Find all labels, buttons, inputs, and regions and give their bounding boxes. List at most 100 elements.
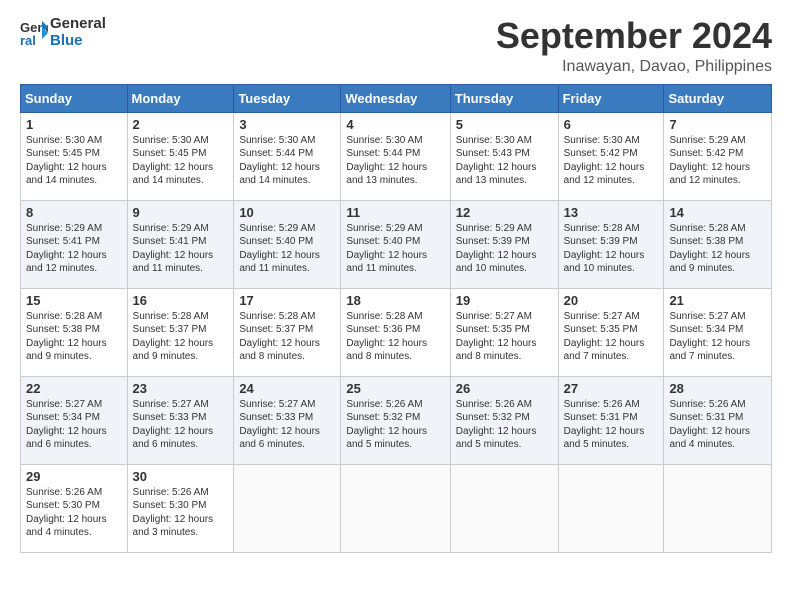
day-number: 18	[346, 293, 444, 308]
col-wednesday: Wednesday	[341, 84, 450, 112]
day-number: 8	[26, 205, 122, 220]
table-row: 14Sunrise: 5:28 AM Sunset: 5:38 PM Dayli…	[664, 200, 772, 288]
day-info: Sunrise: 5:29 AM Sunset: 5:40 PM Dayligh…	[346, 222, 444, 276]
day-info: Sunrise: 5:26 AM Sunset: 5:30 PM Dayligh…	[26, 486, 122, 540]
table-row: 22Sunrise: 5:27 AM Sunset: 5:34 PM Dayli…	[21, 376, 128, 464]
day-info: Sunrise: 5:28 AM Sunset: 5:38 PM Dayligh…	[669, 222, 766, 276]
day-number: 2	[133, 117, 229, 132]
day-number: 16	[133, 293, 229, 308]
logo: Gene ral General Blue	[20, 16, 106, 49]
table-row: 1Sunrise: 5:30 AM Sunset: 5:45 PM Daylig…	[21, 112, 128, 200]
day-info: Sunrise: 5:26 AM Sunset: 5:31 PM Dayligh…	[564, 398, 659, 452]
day-info: Sunrise: 5:28 AM Sunset: 5:39 PM Dayligh…	[564, 222, 659, 276]
day-info: Sunrise: 5:26 AM Sunset: 5:30 PM Dayligh…	[133, 486, 229, 540]
day-info: Sunrise: 5:28 AM Sunset: 5:36 PM Dayligh…	[346, 310, 444, 364]
week-row-1: 1Sunrise: 5:30 AM Sunset: 5:45 PM Daylig…	[21, 112, 772, 200]
day-number: 5	[456, 117, 553, 132]
week-row-2: 8 Sunrise: 5:29 AM Sunset: 5:41 PM Daylig…	[21, 200, 772, 288]
day-info: Sunrise: 5:29 AM Sunset: 5:39 PM Dayligh…	[456, 222, 553, 276]
day-number: 9	[133, 205, 229, 220]
day-info: Sunrise: 5:30 AM Sunset: 5:45 PM Dayligh…	[133, 134, 229, 188]
table-row: 21 Sunrise: 5:27 AM Sunset: 5:34 PM Dayli…	[664, 288, 772, 376]
day-number: 30	[133, 469, 229, 484]
day-info: Sunrise: 5:26 AM Sunset: 5:31 PM Dayligh…	[669, 398, 766, 452]
table-row: 3 Sunrise: 5:30 AM Sunset: 5:44 PM Daylig…	[234, 112, 341, 200]
day-info: Sunrise: 5:26 AM Sunset: 5:32 PM Dayligh…	[346, 398, 444, 452]
day-info: Sunrise: 5:30 AM Sunset: 5:44 PM Dayligh…	[239, 134, 335, 188]
table-row: 28 Sunrise: 5:26 AM Sunset: 5:31 PM Dayli…	[664, 376, 772, 464]
table-row	[450, 464, 558, 552]
col-thursday: Thursday	[450, 84, 558, 112]
table-row: 18 Sunrise: 5:28 AM Sunset: 5:36 PM Dayli…	[341, 288, 450, 376]
day-info: Sunrise: 5:29 AM Sunset: 5:41 PM Dayligh…	[26, 222, 122, 276]
table-row: 4 Sunrise: 5:30 AM Sunset: 5:44 PM Daylig…	[341, 112, 450, 200]
day-info: Sunrise: 5:30 AM Sunset: 5:45 PM Dayligh…	[26, 134, 122, 188]
week-row-3: 15 Sunrise: 5:28 AM Sunset: 5:38 PM Dayli…	[21, 288, 772, 376]
day-info: Sunrise: 5:29 AM Sunset: 5:42 PM Dayligh…	[669, 134, 766, 188]
day-info: Sunrise: 5:27 AM Sunset: 5:34 PM Dayligh…	[669, 310, 766, 364]
location: Inawayan, Davao, Philippines	[20, 58, 772, 76]
table-row: 8 Sunrise: 5:29 AM Sunset: 5:41 PM Daylig…	[21, 200, 128, 288]
table-row: 15 Sunrise: 5:28 AM Sunset: 5:38 PM Dayli…	[21, 288, 128, 376]
logo-line2: Blue	[50, 33, 106, 50]
day-info: Sunrise: 5:27 AM Sunset: 5:35 PM Dayligh…	[564, 310, 659, 364]
calendar-table: Sunday Monday Tuesday Wednesday Thursday…	[20, 84, 772, 553]
day-number: 27	[564, 381, 659, 396]
day-number: 20	[564, 293, 659, 308]
table-row: 20 Sunrise: 5:27 AM Sunset: 5:35 PM Dayli…	[558, 288, 664, 376]
calendar-header-row: Sunday Monday Tuesday Wednesday Thursday…	[21, 84, 772, 112]
day-info: Sunrise: 5:26 AM Sunset: 5:32 PM Dayligh…	[456, 398, 553, 452]
day-number: 17	[239, 293, 335, 308]
day-number: 7	[669, 117, 766, 132]
week-row-4: 22Sunrise: 5:27 AM Sunset: 5:34 PM Dayli…	[21, 376, 772, 464]
day-number: 13	[564, 205, 659, 220]
table-row: 7 Sunrise: 5:29 AM Sunset: 5:42 PM Daylig…	[664, 112, 772, 200]
day-number: 29	[26, 469, 122, 484]
logo-icon: Gene ral	[20, 19, 48, 47]
col-monday: Monday	[127, 84, 234, 112]
day-number: 24	[239, 381, 335, 396]
day-number: 15	[26, 293, 122, 308]
table-row: 2 Sunrise: 5:30 AM Sunset: 5:45 PM Daylig…	[127, 112, 234, 200]
day-info: Sunrise: 5:30 AM Sunset: 5:44 PM Dayligh…	[346, 134, 444, 188]
day-info: Sunrise: 5:28 AM Sunset: 5:37 PM Dayligh…	[133, 310, 229, 364]
calendar-header: September 2024 Inawayan, Davao, Philippi…	[20, 16, 772, 76]
col-sunday: Sunday	[21, 84, 128, 112]
day-info: Sunrise: 5:28 AM Sunset: 5:38 PM Dayligh…	[26, 310, 122, 364]
table-row: 29 Sunrise: 5:26 AM Sunset: 5:30 PM Dayli…	[21, 464, 128, 552]
table-row: 25 Sunrise: 5:26 AM Sunset: 5:32 PM Dayli…	[341, 376, 450, 464]
day-number: 21	[669, 293, 766, 308]
table-row: 11 Sunrise: 5:29 AM Sunset: 5:40 PM Dayli…	[341, 200, 450, 288]
day-info: Sunrise: 5:28 AM Sunset: 5:37 PM Dayligh…	[239, 310, 335, 364]
week-row-5: 29 Sunrise: 5:26 AM Sunset: 5:30 PM Dayli…	[21, 464, 772, 552]
col-saturday: Saturday	[664, 84, 772, 112]
day-info: Sunrise: 5:27 AM Sunset: 5:35 PM Dayligh…	[456, 310, 553, 364]
day-number: 25	[346, 381, 444, 396]
table-row	[664, 464, 772, 552]
day-number: 11	[346, 205, 444, 220]
table-row	[558, 464, 664, 552]
table-row: 30 Sunrise: 5:26 AM Sunset: 5:30 PM Dayli…	[127, 464, 234, 552]
day-number: 3	[239, 117, 335, 132]
day-info: Sunrise: 5:27 AM Sunset: 5:33 PM Dayligh…	[239, 398, 335, 452]
day-number: 12	[456, 205, 553, 220]
calendar-page: Gene ral General Blue September 2024 Ina…	[0, 0, 792, 612]
month-title: September 2024	[20, 16, 772, 56]
day-number: 4	[346, 117, 444, 132]
table-row: 26Sunrise: 5:26 AM Sunset: 5:32 PM Dayli…	[450, 376, 558, 464]
table-row: 12 Sunrise: 5:29 AM Sunset: 5:39 PM Dayli…	[450, 200, 558, 288]
table-row	[341, 464, 450, 552]
day-number: 19	[456, 293, 553, 308]
table-row: 27 Sunrise: 5:26 AM Sunset: 5:31 PM Dayli…	[558, 376, 664, 464]
table-row: 17 Sunrise: 5:28 AM Sunset: 5:37 PM Dayli…	[234, 288, 341, 376]
day-info: Sunrise: 5:29 AM Sunset: 5:40 PM Dayligh…	[239, 222, 335, 276]
day-number: 23	[133, 381, 229, 396]
day-info: Sunrise: 5:27 AM Sunset: 5:34 PM Dayligh…	[26, 398, 122, 452]
day-number: 28	[669, 381, 766, 396]
table-row: 5Sunrise: 5:30 AM Sunset: 5:43 PM Daylig…	[450, 112, 558, 200]
table-row: 24 Sunrise: 5:27 AM Sunset: 5:33 PM Dayli…	[234, 376, 341, 464]
logo-line1: General	[50, 16, 106, 33]
table-row	[234, 464, 341, 552]
day-info: Sunrise: 5:29 AM Sunset: 5:41 PM Dayligh…	[133, 222, 229, 276]
table-row: 23Sunrise: 5:27 AM Sunset: 5:33 PM Dayli…	[127, 376, 234, 464]
